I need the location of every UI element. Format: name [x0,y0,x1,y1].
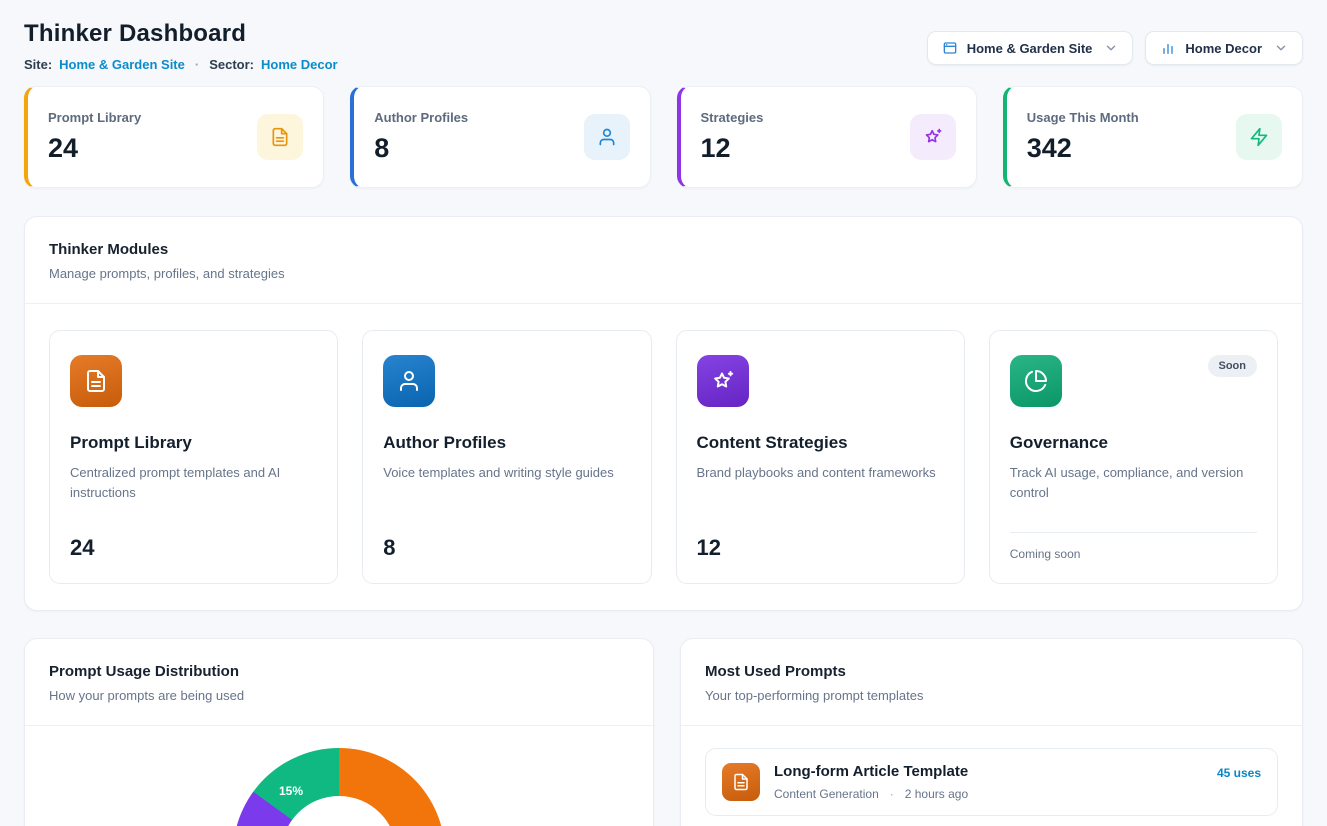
prompt-info: Long-form Article Template Content Gener… [774,763,1203,801]
modules-grid: Prompt Library Centralized prompt templa… [25,304,1302,610]
module-description: Voice templates and writing style guides [383,463,630,483]
bar-chart-icon [1160,40,1176,56]
dashboard-page: Thinker Dashboard Site: Home & Garden Si… [0,0,1327,826]
stat-value: 24 [48,133,141,164]
stat-cards-row: Prompt Library 24 Author Profiles 8 [24,86,1303,188]
usage-donut-chart: 15% [233,748,445,826]
modules-header: Thinker Modules Manage prompts, profiles… [25,217,1302,304]
site-link[interactable]: Home & Garden Site [59,57,185,72]
sector-label: Sector: [209,57,254,72]
modules-title: Thinker Modules [49,241,1278,258]
module-title: Governance [1010,433,1257,453]
stat-value: 342 [1027,133,1139,164]
person-icon [584,114,630,160]
separator-dot: · [195,57,199,72]
module-card-governance[interactable]: Soon Governance Track AI usage, complian… [989,330,1278,584]
stat-card-prompt-library: Prompt Library 24 [24,86,324,188]
module-count: 12 [697,535,944,561]
thinker-modules-section: Thinker Modules Manage prompts, profiles… [24,216,1303,611]
usage-chart-area: 15% [25,726,653,826]
modules-subtitle: Manage prompts, profiles, and strategies [49,266,1278,281]
sector-link[interactable]: Home Decor [261,57,338,72]
stat-card-author-profiles: Author Profiles 8 [350,86,650,188]
star-sparkle-icon [910,114,956,160]
prompt-time: 2 hours ago [905,787,968,801]
module-description: Centralized prompt templates and AI inst… [70,463,317,503]
stat-label: Author Profiles [374,110,468,125]
module-top: Soon [1010,355,1257,407]
browser-window-icon [942,40,958,56]
lightning-icon-glyph [1249,127,1269,147]
stat-text: Usage This Month 342 [1027,110,1139,164]
stat-label: Usage This Month [1027,110,1139,125]
module-card-content-strategies[interactable]: Content Strategies Brand playbooks and c… [676,330,965,584]
person-icon [383,355,435,407]
page-header: Thinker Dashboard Site: Home & Garden Si… [24,20,1303,72]
star-sparkle-icon [697,355,749,407]
stat-card-usage: Usage This Month 342 [1003,86,1303,188]
most-used-header: Most Used Prompts Your top-performing pr… [681,639,1302,726]
panel-subtitle: Your top-performing prompt templates [705,688,1278,703]
stat-text: Author Profiles 8 [374,110,468,164]
stat-label: Prompt Library [48,110,141,125]
module-card-prompt-library[interactable]: Prompt Library Centralized prompt templa… [49,330,338,584]
person-icon-glyph [597,127,617,147]
most-used-list: Long-form Article Template Content Gener… [681,726,1302,826]
panel-title: Most Used Prompts [705,663,1278,680]
prompt-meta: Content Generation · 2 hours ago [774,787,1203,801]
most-used-prompts-card: Most Used Prompts Your top-performing pr… [680,638,1303,826]
module-description: Track AI usage, compliance, and version … [1010,463,1257,503]
stat-text: Prompt Library 24 [48,110,141,164]
site-label: Site: [24,57,52,72]
prompt-list-item[interactable]: Long-form Article Template Content Gener… [705,748,1278,816]
prompt-title: Long-form Article Template [774,763,1203,780]
header-selectors: Home & Garden Site Home Decor [927,20,1303,65]
donut-segment-label: 15% [279,784,303,798]
site-selector-dropdown[interactable]: Home & Garden Site [927,31,1134,65]
usage-distribution-header: Prompt Usage Distribution How your promp… [25,639,653,726]
module-description: Brand playbooks and content frameworks [697,463,944,483]
stat-card-strategies: Strategies 12 [677,86,977,188]
bottom-panels: Prompt Usage Distribution How your promp… [24,638,1303,826]
document-icon [722,763,760,801]
pie-chart-icon [1010,355,1062,407]
panel-subtitle: How your prompts are being used [49,688,629,703]
prompt-category: Content Generation [774,787,879,801]
prompt-uses-badge: 45 uses [1217,763,1261,780]
document-icon-glyph [270,127,290,147]
soon-badge: Soon [1208,355,1258,377]
stat-value: 8 [374,133,468,164]
stat-label: Strategies [701,110,764,125]
stat-text: Strategies 12 [701,110,764,164]
module-card-author-profiles[interactable]: Author Profiles Voice templates and writ… [362,330,651,584]
module-title: Prompt Library [70,433,317,453]
usage-distribution-card: Prompt Usage Distribution How your promp… [24,638,654,826]
module-title: Content Strategies [697,433,944,453]
header-left: Thinker Dashboard Site: Home & Garden Si… [24,20,338,72]
sector-selector-dropdown[interactable]: Home Decor [1145,31,1303,65]
module-top [383,355,630,407]
page-title: Thinker Dashboard [24,20,338,48]
module-title: Author Profiles [383,433,630,453]
coming-soon-note: Coming soon [1010,532,1257,561]
stat-value: 12 [701,133,764,164]
star-sparkle-icon-glyph [923,127,943,147]
breadcrumb: Site: Home & Garden Site · Sector: Home … [24,57,338,72]
document-icon [257,114,303,160]
lightning-icon [1236,114,1282,160]
sector-selector-label: Home Decor [1185,41,1262,56]
chevron-down-icon [1274,41,1288,55]
module-top [70,355,317,407]
panel-title: Prompt Usage Distribution [49,663,629,680]
chevron-down-icon [1104,41,1118,55]
module-count: 8 [383,535,630,561]
module-top [697,355,944,407]
document-icon [70,355,122,407]
site-selector-label: Home & Garden Site [967,41,1093,56]
module-count: 24 [70,535,317,561]
separator-dot: · [890,787,894,801]
